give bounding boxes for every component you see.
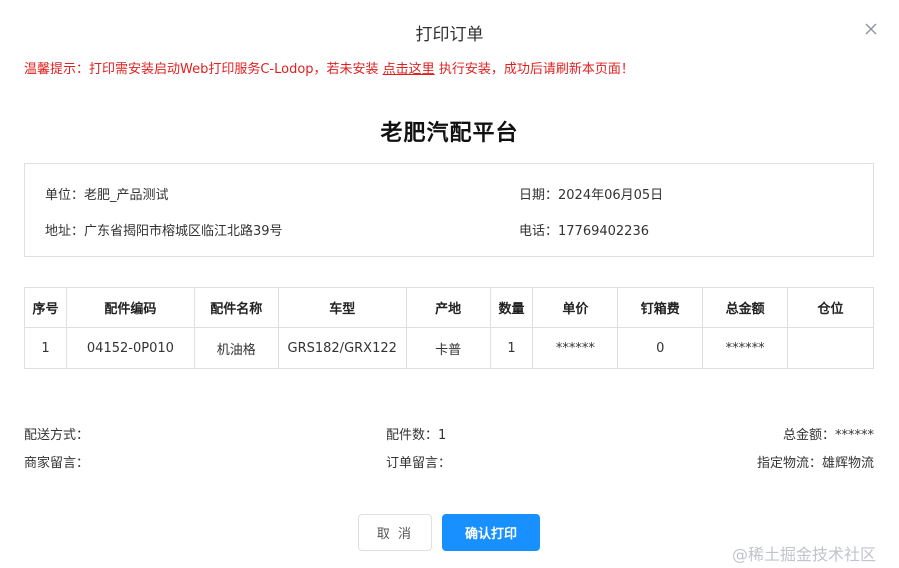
order-info-box: 单位：老肥_产品测试 日期：2024年06月05日 地址：广东省揭阳市榕城区临江… — [24, 163, 874, 257]
phone-info: 电话：17769402236 — [519, 224, 649, 239]
dialog-title: 打印订单 — [415, 25, 484, 45]
install-notice: 温馨提示：打印需安装启动Web打印服务C-Lodop，若未安装 点击这里 执行安… — [24, 58, 634, 77]
col-header-part-name: 配件名称 — [193, 287, 279, 328]
col-header-vehicle-model: 车型 — [277, 287, 407, 328]
confirm-print-button[interactable]: 确认打印 — [442, 514, 540, 551]
watermark: @稀土掘金技术社区 — [732, 545, 877, 564]
cell-total-amount: ****** — [702, 327, 789, 369]
date-info: 日期：2024年06月05日 — [519, 188, 664, 203]
table-row: 1 04152-0P010 机油格 GRS182/GRX122 卡普 1 ***… — [24, 327, 874, 369]
cell-part-code: 04152-0P010 — [65, 327, 195, 369]
merchant-note: 商家留言： — [24, 456, 90, 471]
install-link[interactable]: 点击这里 — [383, 62, 435, 77]
cell-index: 1 — [24, 327, 67, 369]
col-header-crate-fee: 钉箱费 — [617, 287, 704, 328]
table-header-row: 序号 配件编码 配件名称 车型 产地 数量 单价 钉箱费 总金额 仓位 — [24, 287, 874, 328]
col-header-part-code: 配件编码 — [65, 287, 195, 328]
col-header-index: 序号 — [24, 287, 67, 328]
address-info: 地址：广东省揭阳市榕城区临江北路39号 — [45, 224, 283, 239]
close-icon[interactable] — [862, 20, 880, 38]
cell-location — [787, 327, 874, 369]
delivery-method: 配送方式： — [24, 428, 90, 443]
col-header-unit-price: 单价 — [532, 287, 619, 328]
order-note: 订单留言： — [386, 456, 452, 471]
total-amount: 总金额：****** — [782, 428, 874, 443]
parts-table: 序号 配件编码 配件名称 车型 产地 数量 单价 钉箱费 总金额 仓位 1 04… — [24, 287, 874, 369]
col-header-origin: 产地 — [405, 287, 491, 328]
cancel-button[interactable]: 取 消 — [358, 514, 432, 551]
cell-crate-fee: 0 — [617, 327, 704, 369]
designated-logistics: 指定物流：雄辉物流 — [756, 456, 874, 471]
col-header-location: 仓位 — [787, 287, 874, 328]
unit-info: 单位：老肥_产品测试 — [45, 188, 169, 203]
notice-text-after: 执行安装，成功后请刷新本页面！ — [434, 62, 634, 77]
parts-count: 配件数：1 — [386, 428, 447, 443]
col-header-quantity: 数量 — [489, 287, 534, 328]
notice-text-before: 温馨提示：打印需安装启动Web打印服务C-Lodop，若未安装 — [24, 62, 383, 77]
cell-origin: 卡普 — [405, 327, 491, 369]
company-title: 老肥汽配平台 — [380, 121, 519, 146]
cell-unit-price: ****** — [532, 327, 619, 369]
cell-vehicle-model: GRS182/GRX122 — [277, 327, 407, 369]
cell-quantity: 1 — [489, 327, 534, 369]
col-header-total-amount: 总金额 — [702, 287, 789, 328]
cell-part-name: 机油格 — [193, 327, 279, 369]
